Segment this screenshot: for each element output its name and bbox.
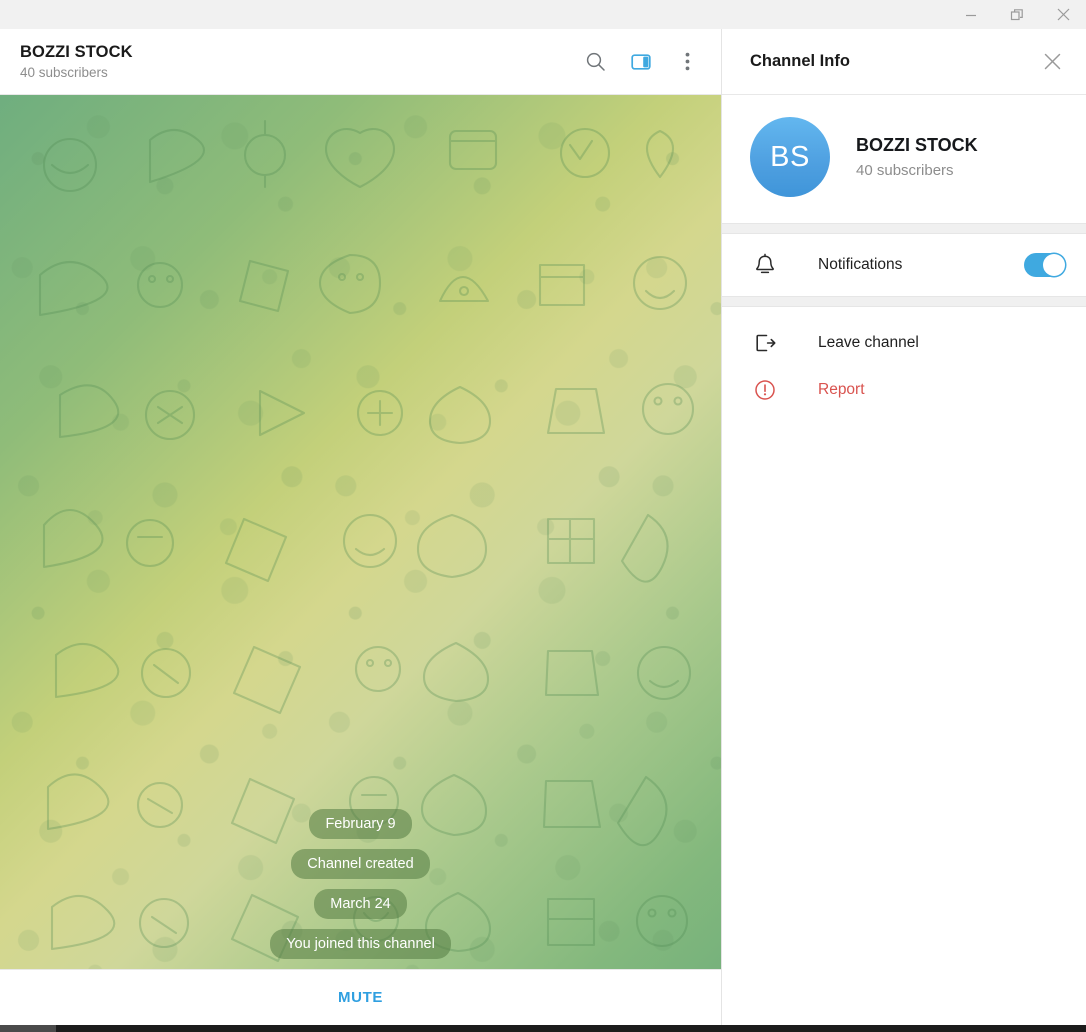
window-titlebar <box>0 0 1086 29</box>
close-button[interactable] <box>1040 0 1086 29</box>
notifications-label: Notifications <box>818 256 903 273</box>
section-divider-2 <box>722 296 1086 307</box>
chat-column: BOZZI STOCK 40 subscribers February 9 Ch… <box>0 29 721 1025</box>
channel-info-title: Channel Info <box>750 52 850 70</box>
bell-icon <box>750 253 780 277</box>
report-row[interactable]: Report <box>722 366 1086 413</box>
restore-button[interactable] <box>994 0 1040 29</box>
chat-subscriber-count: 40 subscribers <box>20 64 108 80</box>
mute-bar[interactable]: MUTE <box>0 969 721 1025</box>
search-icon[interactable] <box>577 44 613 80</box>
chat-title-wrap[interactable]: BOZZI STOCK 40 subscribers <box>20 42 577 82</box>
os-taskbar <box>0 1025 1086 1032</box>
channel-actions: Leave channel Report <box>722 307 1086 413</box>
channel-subscribers: 40 subscribers <box>856 161 954 179</box>
leave-channel-label: Leave channel <box>818 333 919 351</box>
service-message-date-1: February 9 <box>309 809 412 839</box>
channel-profile: BS BOZZI STOCK 40 subscribers <box>722 95 1086 223</box>
notifications-row[interactable]: Notifications <box>722 234 1086 296</box>
chat-header: BOZZI STOCK 40 subscribers <box>0 29 721 95</box>
report-label: Report <box>818 380 865 398</box>
notifications-toggle[interactable] <box>1024 253 1066 277</box>
avatar: BS <box>750 117 830 197</box>
chat-header-actions <box>577 44 705 80</box>
chat-title: BOZZI STOCK <box>20 42 133 61</box>
toggle-knob <box>1043 254 1065 276</box>
section-divider-1 <box>722 223 1086 234</box>
message-list: February 9 Channel created March 24 You … <box>0 809 721 959</box>
service-message-joined: You joined this channel <box>270 929 451 959</box>
telegram-window: BOZZI STOCK 40 subscribers February 9 Ch… <box>0 0 1086 1032</box>
profile-text: BOZZI STOCK 40 subscribers <box>856 133 978 182</box>
avatar-initials: BS <box>770 140 810 173</box>
close-icon[interactable] <box>1034 44 1070 80</box>
service-message-created: Channel created <box>291 849 430 879</box>
chat-wallpaper: February 9 Channel created March 24 You … <box>0 95 721 969</box>
channel-info-panel: Channel Info BS BOZZI STOCK 40 subscribe… <box>721 29 1086 1025</box>
channel-name: BOZZI STOCK <box>856 134 978 155</box>
report-icon <box>750 379 780 401</box>
service-message-date-2: March 24 <box>314 889 407 919</box>
taskbar-item[interactable] <box>0 1025 56 1032</box>
exit-icon <box>750 332 780 354</box>
more-menu-icon[interactable] <box>669 44 705 80</box>
channel-info-header: Channel Info <box>722 29 1086 95</box>
leave-channel-row[interactable]: Leave channel <box>722 319 1086 366</box>
minimize-button[interactable] <box>948 0 994 29</box>
mute-button[interactable]: MUTE <box>338 989 383 1006</box>
sidebar-toggle-icon[interactable] <box>623 44 659 80</box>
